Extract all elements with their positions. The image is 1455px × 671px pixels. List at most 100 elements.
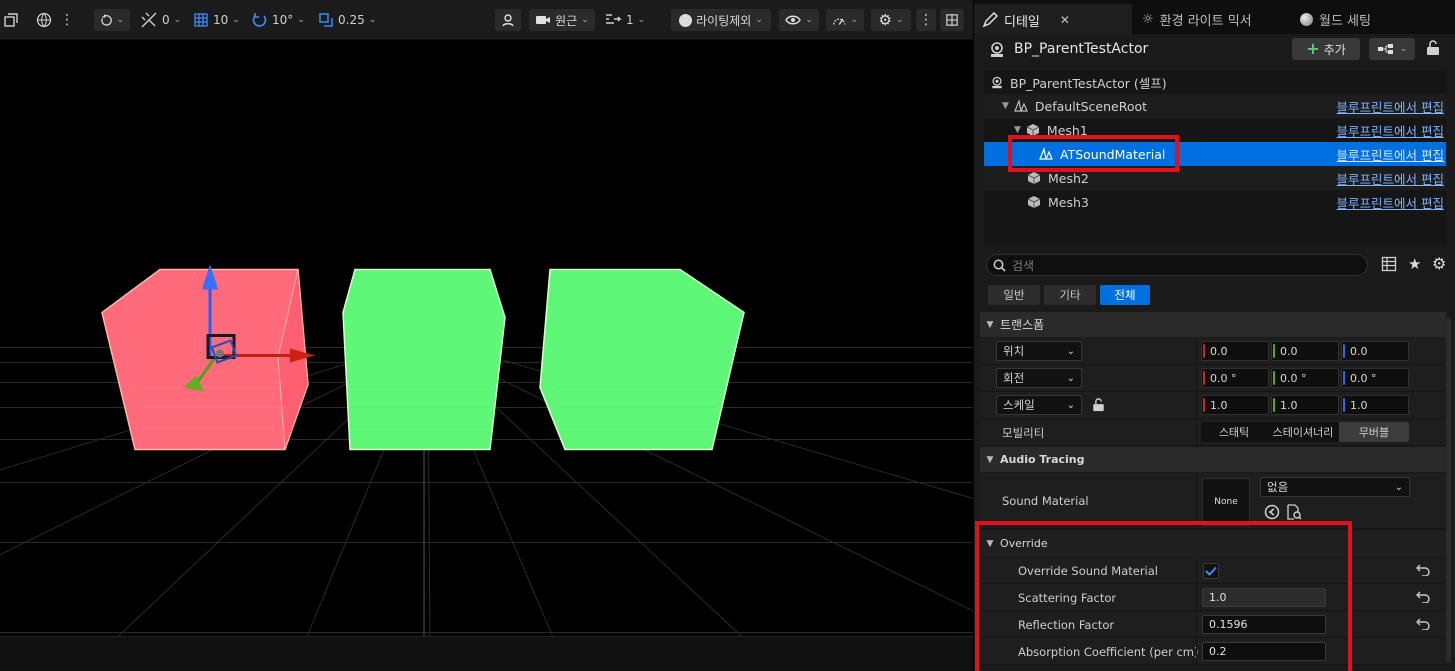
tab-world-settings[interactable]: 월드 세팅: [1292, 4, 1379, 34]
camera-icon: [536, 16, 551, 24]
rotation-x-field[interactable]: 0.0 °: [1201, 368, 1269, 388]
scale-y-field[interactable]: 1.0: [1271, 395, 1339, 415]
actor-name: BP_ParentTestActor: [1014, 41, 1149, 57]
perspective-dropdown[interactable]: 원근 ⌄: [529, 9, 595, 31]
snap-rotate-control[interactable]: 0 ⌄: [140, 8, 181, 32]
edit-in-blueprint-link[interactable]: 블루프린트에서 편집: [1337, 97, 1444, 116]
location-y-value: 0.0: [1280, 344, 1298, 358]
mobility-movable[interactable]: 무버블: [1339, 422, 1409, 442]
grid-snap-value: 10: [213, 13, 229, 27]
location-x-field[interactable]: 0.0: [1201, 341, 1269, 361]
show-flags-button[interactable]: ⌄: [779, 9, 819, 31]
scene-canvas[interactable]: [0, 40, 973, 671]
gear-icon[interactable]: ⚙: [1432, 254, 1446, 273]
tree-row-mesh3[interactable]: Mesh3 블루프린트에서 편집: [984, 190, 1446, 214]
cube-3[interactable]: [539, 268, 745, 451]
tab-details[interactable]: 디테일 ✕: [974, 4, 1132, 34]
y-axis-marker: [1273, 344, 1275, 358]
star-icon[interactable]: ★: [1408, 255, 1421, 273]
reset-to-default-icon[interactable]: [1416, 564, 1430, 576]
rotation-dropdown[interactable]: 회전 ⌄: [996, 368, 1082, 388]
kebab-icon: ⋮: [919, 12, 933, 28]
world-local-icon[interactable]: [36, 8, 52, 32]
add-component-button[interactable]: + 추가: [1292, 38, 1360, 60]
reset-to-default-icon[interactable]: [1416, 618, 1430, 630]
mobility-static[interactable]: 스태틱: [1201, 422, 1267, 442]
search-bar[interactable]: 검색: [986, 254, 1368, 276]
collapse-arrow-icon: ▼: [986, 454, 994, 465]
filter-general[interactable]: 일반: [988, 285, 1040, 305]
cube-2[interactable]: [342, 268, 506, 451]
camera-speed-button[interactable]: [495, 9, 521, 31]
location-x-value: 0.0: [1210, 344, 1228, 358]
tab-env-light-mixer[interactable]: ☼ 환경 라이트 믹서: [1134, 4, 1260, 34]
section-audio-tracing[interactable]: ▼ Audio Tracing: [980, 447, 1446, 472]
blueprint-options-button[interactable]: ⌄: [1369, 38, 1415, 60]
use-selected-icon[interactable]: [1264, 504, 1280, 520]
scale-label: 스케일: [1003, 398, 1035, 412]
viewport-bottom-bar: [0, 636, 973, 671]
mobility-selector: 스태틱 스테이셔너리 무버블: [1201, 422, 1409, 442]
filter-all[interactable]: 전체: [1100, 285, 1150, 305]
view-mode-label: 라이팅제외: [696, 13, 752, 28]
rotation-snap-value: 10°: [272, 13, 294, 27]
camera-mode-label: 원근: [555, 13, 578, 28]
scalability-button[interactable]: ⌄: [826, 9, 864, 31]
actor-icon: [991, 42, 1003, 57]
chevron-down-icon: ⌄: [755, 15, 763, 25]
tree-row-self[interactable]: BP_ParentTestActor (셀프): [984, 70, 1446, 94]
location-label: 위치: [1003, 344, 1025, 358]
table-view-icon[interactable]: [1381, 256, 1397, 272]
view-mode-dropdown[interactable]: 라이팅제외 ⌄: [671, 9, 771, 31]
edit-in-blueprint-link[interactable]: 블루프린트에서 편집: [1337, 145, 1444, 164]
close-icon[interactable]: ✕: [1060, 13, 1070, 27]
location-z-field[interactable]: 0.0: [1341, 341, 1409, 361]
surface-snap-button[interactable]: ⌄: [94, 9, 130, 31]
reset-to-default-icon[interactable]: [1416, 591, 1430, 603]
location-y-field[interactable]: 0.0: [1271, 341, 1339, 361]
edit-in-blueprint-link[interactable]: 블루프린트에서 편집: [1337, 121, 1444, 140]
collapse-arrow-icon[interactable]: ▼: [1002, 101, 1009, 111]
location-z-value: 0.0: [1350, 344, 1368, 358]
chevron-down-icon: ⌄: [1399, 44, 1408, 54]
edit-in-blueprint-link[interactable]: 블루프린트에서 편집: [1337, 169, 1444, 188]
cube-1[interactable]: [101, 268, 309, 451]
pencil-icon: [982, 12, 998, 28]
filter-misc[interactable]: 기타: [1044, 285, 1096, 305]
camera-speed-control[interactable]: 1 ⌄: [604, 8, 645, 32]
chevron-down-icon: ⌄: [1066, 345, 1075, 357]
unlock-icon[interactable]: [1092, 398, 1105, 412]
rotation-snap-control[interactable]: 10° ⌄: [252, 8, 305, 32]
asset-thumbnail[interactable]: None: [1202, 478, 1250, 526]
rotation-y-field[interactable]: 0.0 °: [1271, 368, 1339, 388]
more-options-button[interactable]: ⋮: [916, 9, 936, 31]
scale-snap-control[interactable]: 0.25 ⌄: [318, 8, 376, 32]
divider: [1196, 365, 1197, 391]
tree-row-defaultsceneroot[interactable]: ▼ DefaultSceneRoot 블루프린트에서 편집: [984, 94, 1446, 118]
unlock-icon[interactable]: [1426, 40, 1440, 56]
scale-dropdown[interactable]: 스케일 ⌄: [996, 395, 1082, 415]
sun-icon: ☼: [1142, 11, 1154, 27]
scale-x-field[interactable]: 1.0: [1201, 395, 1269, 415]
layout-button[interactable]: [940, 9, 964, 31]
edit-in-blueprint-link[interactable]: 블루프린트에서 편집: [1337, 193, 1444, 212]
settings-button[interactable]: ⚙ ⌄: [871, 9, 911, 31]
collapse-arrow-icon[interactable]: ▼: [1014, 125, 1021, 135]
location-dropdown[interactable]: 위치 ⌄: [996, 341, 1082, 361]
details-scrollbar[interactable]: [1446, 318, 1451, 663]
viewport-options-icon[interactable]: [4, 8, 18, 32]
scale-snap-value: 0.25: [338, 13, 365, 27]
level-viewport[interactable]: ⋮ ⌄ 0 ⌄ 10 ⌄ 10° ⌄ 0.25 ⌄ 원근 ⌄ 1 ⌄ 라이팅제외…: [0, 0, 973, 671]
camera-speed-value: 1: [626, 13, 634, 27]
y-axis-marker: [1273, 398, 1275, 412]
chevron-down-icon: ⌄: [173, 15, 182, 25]
rotation-z-field[interactable]: 0.0 °: [1341, 368, 1409, 388]
actor-icon: [992, 76, 1002, 89]
scale-z-field[interactable]: 1.0: [1341, 395, 1409, 415]
grid-snap-control[interactable]: 10 ⌄: [193, 8, 240, 32]
section-transform[interactable]: ▼ 트랜스폼: [980, 312, 1446, 337]
browse-asset-icon[interactable]: [1286, 504, 1302, 520]
more-menu-icon[interactable]: ⋮: [60, 8, 74, 32]
sound-material-picker[interactable]: 없음 ⌄: [1260, 477, 1410, 497]
mobility-stationary[interactable]: 스테이셔너리: [1267, 422, 1339, 442]
